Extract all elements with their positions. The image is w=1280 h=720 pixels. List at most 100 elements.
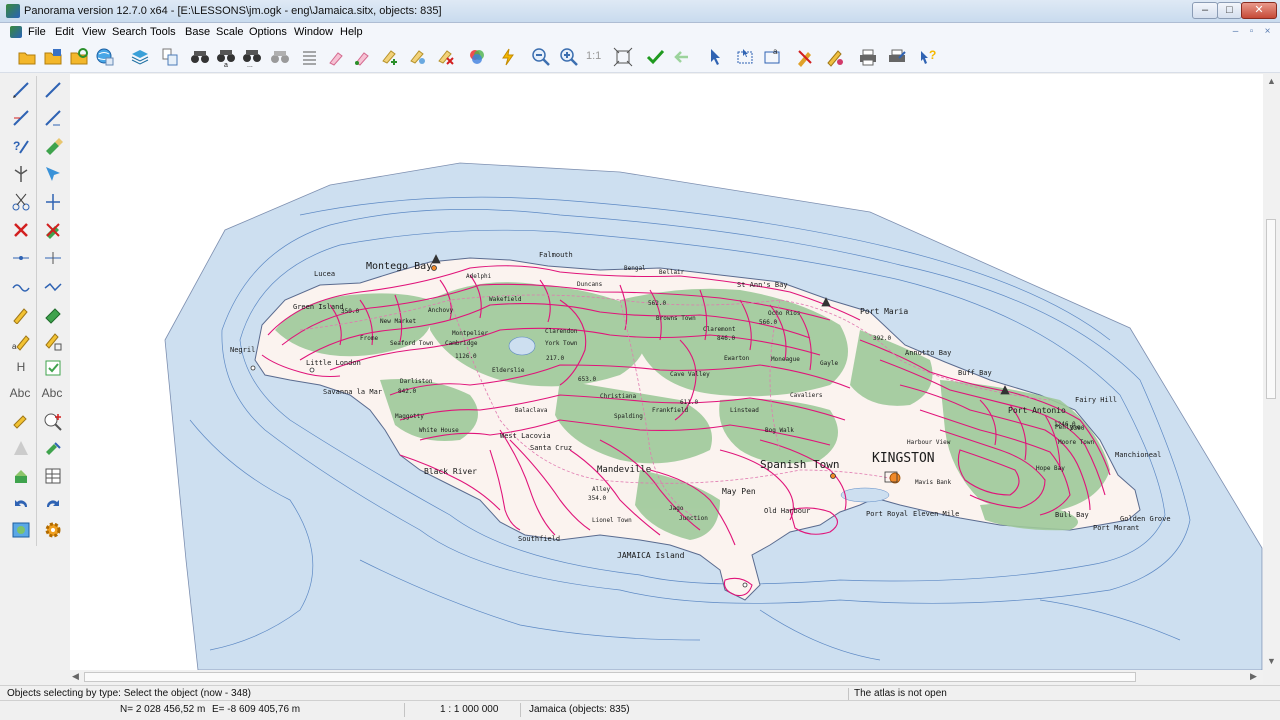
add-point-icon[interactable] [11, 248, 31, 268]
binoculars-a-icon[interactable]: a [216, 47, 236, 67]
zoom-actual-size-button[interactable]: 1:1 [586, 50, 608, 70]
help-pointer-icon[interactable]: ? [918, 47, 938, 67]
lightning-icon[interactable] [498, 47, 518, 67]
smooth-line-icon[interactable] [11, 276, 31, 296]
edit-tools-icon[interactable] [795, 47, 815, 67]
split-icon[interactable] [11, 164, 31, 184]
menu-tools[interactable]: Tools [150, 26, 176, 38]
redo-icon[interactable] [43, 494, 63, 514]
text-abc-alt-tool[interactable]: Abc [39, 386, 65, 404]
map-canvas[interactable]: Montego Bay Falmouth Lucea Negril Green … [70, 74, 1263, 670]
vertical-scrollbar[interactable]: ▲ ▼ [1263, 74, 1280, 670]
zoom-fit-icon[interactable] [613, 47, 633, 67]
save-icon[interactable] [43, 47, 63, 67]
draw-line-icon[interactable] [11, 80, 31, 100]
menu-edit[interactable]: Edit [55, 26, 74, 38]
vertical-scroll-thumb[interactable] [1266, 219, 1276, 399]
text-select-icon[interactable]: a [762, 47, 782, 67]
menu-base[interactable]: Base [185, 26, 210, 38]
scroll-up-icon[interactable]: ▲ [1267, 76, 1276, 86]
recolor-icon[interactable] [43, 438, 63, 458]
binoculars-dots-icon[interactable]: ... [242, 47, 262, 67]
layers-icon[interactable] [130, 47, 150, 67]
printer-icon[interactable] [858, 47, 878, 67]
checkmark-icon[interactable] [645, 47, 665, 67]
pencil-yellow-icon[interactable] [11, 304, 31, 324]
pin-plus-icon[interactable] [380, 47, 400, 67]
menu-options[interactable]: Options [249, 26, 287, 38]
menu-search[interactable]: Search [112, 26, 147, 38]
app-icon[interactable] [6, 4, 20, 18]
label-montego-bay: Montego Bay [366, 261, 432, 272]
maximize-button[interactable]: □ [1217, 2, 1242, 19]
triangle-gray-icon[interactable] [11, 438, 31, 458]
undo-icon[interactable] [11, 494, 31, 514]
label-frame-icon[interactable] [43, 358, 63, 378]
label-wakefield: Wakefield [489, 296, 522, 303]
colors-icon[interactable] [467, 47, 487, 67]
elevation-label-7: 392.0 [873, 335, 891, 342]
label-moore-town: Moore Town [1058, 439, 1095, 446]
draw-line-alt-icon[interactable] [43, 80, 63, 100]
area-fill-icon[interactable] [11, 466, 31, 486]
eraser-pencil-icon[interactable] [43, 136, 63, 156]
open-folder-icon[interactable] [17, 47, 37, 67]
table-icon[interactable] [43, 466, 63, 486]
draw-polyline-icon[interactable] [11, 108, 31, 128]
rotate-icon[interactable] [43, 164, 63, 184]
menu-file[interactable]: File [28, 26, 46, 38]
pencil-text-icon[interactable]: a [11, 332, 31, 352]
cross-section-icon[interactable] [43, 192, 63, 212]
menu-window[interactable]: Window [294, 26, 333, 38]
frame-select-icon[interactable] [735, 47, 755, 67]
printer-setup-icon[interactable] [887, 47, 907, 67]
map-drawing[interactable]: Montego Bay Falmouth Lucea Negril Green … [70, 74, 1263, 670]
delete-object-icon[interactable] [43, 220, 63, 240]
zigzag-line-icon[interactable] [43, 276, 63, 296]
close-button[interactable]: ✕ [1241, 2, 1277, 19]
horizontal-scroll-thumb[interactable] [84, 672, 1136, 682]
pencil-grid-icon[interactable] [43, 332, 63, 352]
pin-delete-icon[interactable] [436, 47, 456, 67]
label-darliston: Darliston [400, 378, 433, 385]
arrow-green-icon[interactable] [672, 47, 692, 67]
menu-view[interactable]: View [82, 26, 106, 38]
text-h-tool[interactable]: H [8, 360, 34, 378]
document-icon[interactable] [10, 26, 22, 38]
draw-polyline-alt-icon[interactable] [43, 108, 63, 128]
settings-gear-icon[interactable] [43, 520, 63, 540]
scroll-left-icon[interactable]: ◀ [72, 671, 79, 682]
menu-scale[interactable]: Scale [216, 26, 244, 38]
horizontal-scrollbar[interactable]: ◀ ▶ [70, 670, 1263, 684]
pencil-pin-icon[interactable] [825, 47, 845, 67]
map-window-icon[interactable] [11, 520, 31, 540]
list-icon[interactable] [299, 47, 319, 67]
pin-icon[interactable] [326, 47, 346, 67]
pin-select-icon[interactable] [408, 47, 428, 67]
pencil-small-icon[interactable] [11, 412, 31, 432]
pin-point-icon[interactable] [352, 47, 372, 67]
move-point-icon[interactable] [43, 248, 63, 268]
minimize-button[interactable]: – [1192, 2, 1218, 19]
menu-help[interactable]: Help [340, 26, 363, 38]
binoculars-icon[interactable] [190, 47, 210, 67]
text-abc-tool[interactable]: Abc [7, 386, 33, 404]
scroll-right-icon[interactable]: ▶ [1250, 671, 1257, 682]
zoom-out-icon[interactable] [531, 47, 551, 67]
binoculars-gray-icon[interactable] [270, 47, 290, 67]
refresh-icon[interactable] [69, 47, 89, 67]
mdi-restore-button[interactable]: ▫ [1245, 26, 1258, 38]
mdi-close-button[interactable]: × [1261, 26, 1274, 38]
eraser-green-icon[interactable] [43, 304, 63, 324]
globe-icon[interactable] [95, 47, 115, 67]
delete-red-icon[interactable] [11, 220, 31, 240]
document-tree-icon[interactable] [160, 47, 180, 67]
magnifier-plus-icon[interactable] [43, 412, 63, 432]
mdi-minimize-button[interactable]: – [1229, 26, 1242, 38]
object-help-icon[interactable]: ? [11, 136, 31, 156]
scroll-down-icon[interactable]: ▼ [1267, 656, 1276, 666]
pointer-icon[interactable] [705, 47, 725, 67]
label-hope-bay: Hope Bay [1036, 465, 1065, 472]
zoom-in-icon[interactable] [559, 47, 579, 67]
scissors-icon[interactable] [11, 192, 31, 212]
